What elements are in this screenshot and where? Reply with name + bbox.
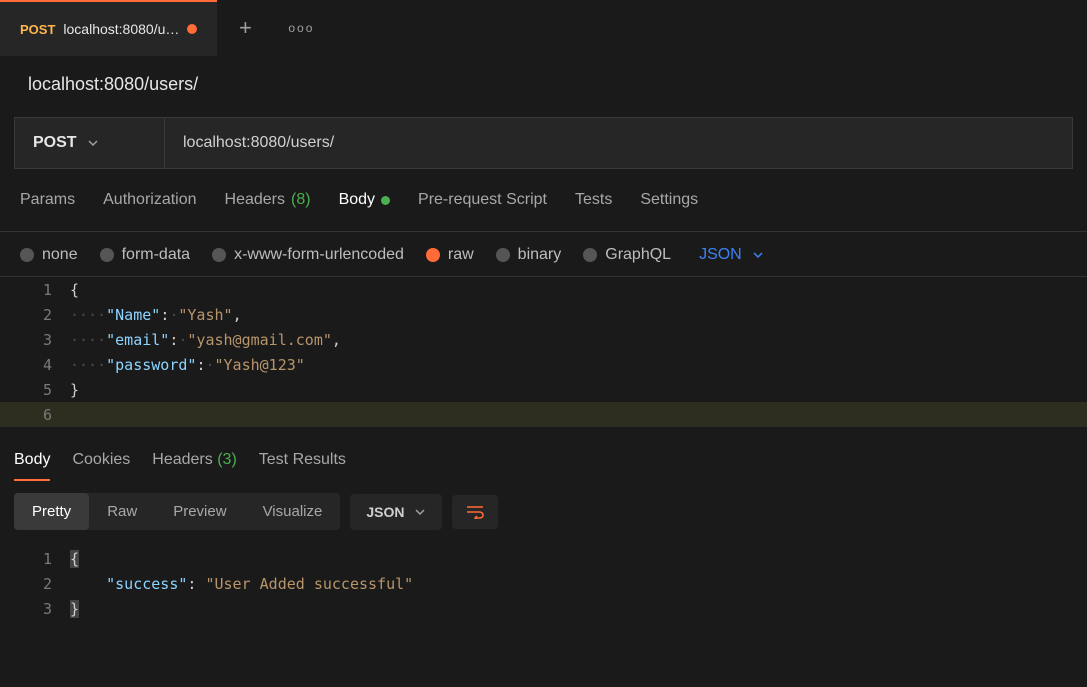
new-tab-button[interactable]: + [217, 15, 273, 41]
line-number: 4 [0, 356, 70, 374]
tab-headers[interactable]: Headers (8) [225, 191, 311, 221]
radio-icon [583, 248, 597, 262]
line-number: 1 [0, 550, 70, 568]
tab-body-label: Body [339, 191, 375, 209]
url-input[interactable] [165, 118, 1072, 168]
bodytype-raw[interactable]: raw [426, 246, 474, 264]
request-tab[interactable]: POST localhost:8080/u… [0, 0, 217, 56]
response-format-select[interactable]: JSON [350, 494, 442, 530]
wrap-lines-button[interactable] [452, 495, 498, 529]
line-number: 3 [0, 600, 70, 618]
body-indicator-icon [381, 196, 390, 205]
plus-icon: + [239, 15, 252, 41]
view-preview[interactable]: Preview [155, 493, 244, 530]
chevron-down-icon [752, 249, 764, 261]
content-type-select[interactable]: JSON [699, 246, 764, 264]
tab-method-badge: POST [20, 22, 55, 37]
line-number: 2 [0, 575, 70, 593]
method-select[interactable]: POST [15, 118, 165, 168]
tab-body[interactable]: Body [339, 191, 390, 221]
resp-tab-headers[interactable]: Headers (3) [152, 451, 237, 481]
tab-title: localhost:8080/u… [63, 21, 179, 37]
view-raw[interactable]: Raw [89, 493, 155, 530]
response-section: Body Cookies Headers (3) Test Results Pr… [0, 439, 1087, 621]
line-number: 6 [0, 406, 70, 424]
tab-more-button[interactable]: ooo [273, 21, 329, 35]
tab-strip: POST localhost:8080/u… + ooo [0, 0, 1087, 56]
bodytype-xwww[interactable]: x-www-form-urlencoded [212, 246, 404, 264]
content-type-label: JSON [699, 246, 742, 264]
response-body-viewer[interactable]: 1{ 2 "success": "User Added successful" … [0, 542, 1087, 621]
view-mode-group: Pretty Raw Preview Visualize [14, 493, 340, 530]
line-number: 1 [0, 281, 70, 299]
wrap-icon [466, 505, 484, 519]
bodytype-graphql[interactable]: GraphQL [583, 246, 671, 264]
url-bar: POST [14, 117, 1073, 169]
headers-count: (8) [291, 191, 311, 209]
line-number: 2 [0, 306, 70, 324]
resp-tab-body[interactable]: Body [14, 451, 50, 481]
tab-prerequest[interactable]: Pre-request Script [418, 191, 547, 221]
bodytype-none[interactable]: none [20, 246, 78, 264]
radio-icon [20, 248, 34, 262]
response-tabs: Body Cookies Headers (3) Test Results [0, 439, 1087, 481]
radio-icon [496, 248, 510, 262]
radio-icon [212, 248, 226, 262]
response-view-row: Pretty Raw Preview Visualize JSON [0, 481, 1087, 542]
request-header: localhost:8080/users/ [0, 56, 1087, 105]
tab-tests[interactable]: Tests [575, 191, 612, 221]
resp-tab-tests[interactable]: Test Results [259, 451, 346, 481]
radio-selected-icon [426, 248, 440, 262]
more-icon: ooo [288, 21, 314, 35]
tab-headers-label: Headers [225, 191, 285, 209]
tab-authorization[interactable]: Authorization [103, 191, 196, 221]
line-number: 3 [0, 331, 70, 349]
tab-settings[interactable]: Settings [640, 191, 698, 221]
request-title: localhost:8080/users/ [28, 74, 1059, 95]
chevron-down-icon [414, 506, 426, 518]
request-body-editor[interactable]: 1{ 2····"Name":·"Yash", 3····"email":·"y… [0, 276, 1087, 427]
line-number: 5 [0, 381, 70, 399]
resp-tab-cookies[interactable]: Cookies [72, 451, 130, 481]
radio-icon [100, 248, 114, 262]
view-pretty[interactable]: Pretty [14, 493, 89, 530]
bodytype-formdata[interactable]: form-data [100, 246, 190, 264]
chevron-down-icon [87, 137, 99, 149]
body-type-row: none form-data x-www-form-urlencoded raw… [0, 232, 1087, 276]
tab-params[interactable]: Params [20, 191, 75, 221]
request-tabs: Params Authorization Headers (8) Body Pr… [0, 169, 1087, 232]
method-label: POST [33, 134, 77, 152]
unsaved-dot-icon [187, 24, 197, 34]
view-visualize[interactable]: Visualize [245, 493, 341, 530]
bodytype-binary[interactable]: binary [496, 246, 562, 264]
